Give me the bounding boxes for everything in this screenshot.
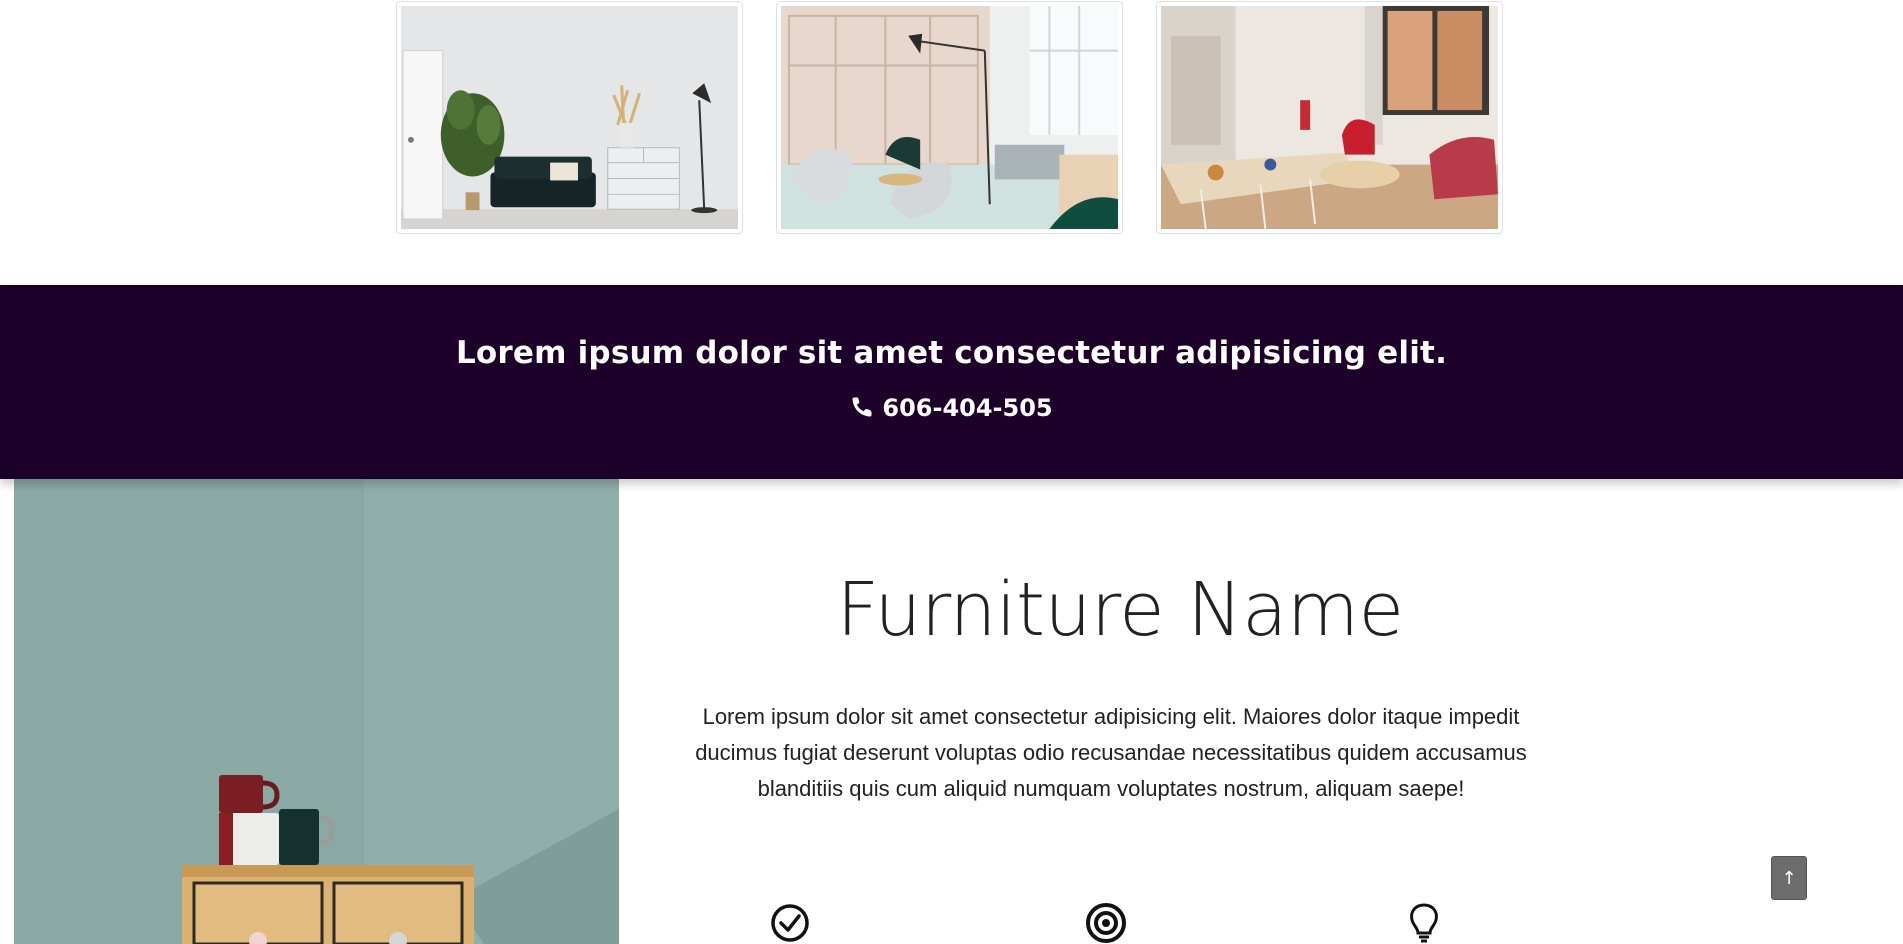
cabinet-with-mugs-image <box>14 479 619 944</box>
target-icon <box>1086 903 1126 943</box>
banner-title: Lorem ipsum dolor sit amet consectetur a… <box>455 335 1448 371</box>
scroll-to-top-button[interactable]: ↑ <box>1771 856 1807 900</box>
product-title: Furniture Name <box>836 567 1404 653</box>
product-description: Lorem ipsum dolor sit amet consectetur a… <box>695 704 1527 801</box>
gallery-photo-living-room[interactable] <box>396 1 743 234</box>
gallery-photo-dining-room[interactable] <box>1156 1 1503 234</box>
phone-icon <box>852 397 872 417</box>
product-section: Furniture Name Lorem ipsum dolor sit ame… <box>0 479 1903 944</box>
phone-contact[interactable]: 606-404-505 <box>0 394 1903 422</box>
contact-banner: Lorem ipsum dolor sit amet consectetur a… <box>0 285 1903 479</box>
gallery-photo-lounge[interactable] <box>776 1 1123 234</box>
phone-number[interactable]: 606-404-505 <box>882 394 1052 422</box>
dining-room-image <box>1161 6 1498 229</box>
gallery <box>0 0 1903 285</box>
lightbulb-icon <box>1410 903 1438 943</box>
check-circle-icon <box>771 904 809 942</box>
product-image <box>14 479 619 944</box>
lounge-image <box>781 6 1118 229</box>
living-room-image <box>401 6 738 229</box>
